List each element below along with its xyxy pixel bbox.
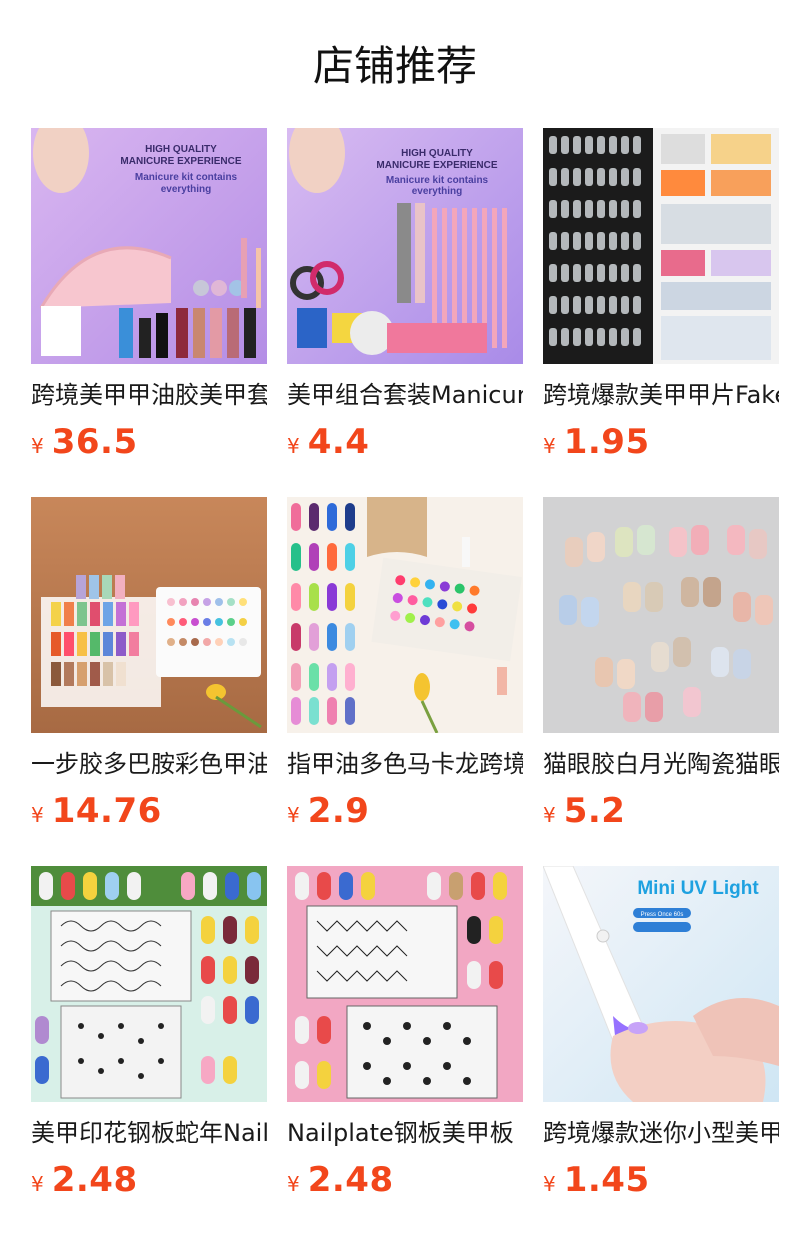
product-name[interactable]: 跨境爆款美甲甲片Fake bbox=[543, 378, 779, 412]
section-title: 店铺推荐 bbox=[313, 42, 477, 90]
currency-symbol: ¥ bbox=[287, 1172, 300, 1196]
currency-symbol: ¥ bbox=[31, 434, 44, 458]
product-image[interactable]: HIGH QUALITY MANICURE EXPERIENCE Manicur… bbox=[287, 128, 523, 364]
currency-symbol: ¥ bbox=[287, 434, 300, 458]
product-card[interactable]: 跨境爆款美甲甲片Fake ¥ 1.95 bbox=[543, 128, 779, 497]
svg-text:everything: everything bbox=[161, 184, 212, 195]
svg-text:MANICURE EXPERIENCE: MANICURE EXPERIENCE bbox=[376, 160, 497, 171]
svg-text:HIGH QUALITY: HIGH QUALITY bbox=[145, 144, 217, 155]
product-image[interactable] bbox=[287, 866, 523, 1102]
product-image[interactable] bbox=[31, 497, 267, 733]
store-recommendations-page: 店铺推荐 HIGH QUALITY MANICURE EXPERIENCE Ma… bbox=[0, 0, 790, 1234]
product-image[interactable] bbox=[543, 128, 779, 364]
price-value: 4.4 bbox=[307, 422, 370, 462]
product-name[interactable]: 猫眼胶白月光陶瓷猫眼 bbox=[543, 747, 779, 781]
product-card[interactable]: 猫眼胶白月光陶瓷猫眼 ¥ 5.2 bbox=[543, 497, 779, 866]
product-image[interactable]: HIGH QUALITY MANICURE EXPERIENCE Manicur… bbox=[31, 128, 267, 364]
product-price: ¥ 5.2 bbox=[543, 791, 779, 833]
product-name[interactable]: 跨境爆款迷你小型美甲灯 bbox=[543, 1116, 779, 1150]
currency-symbol: ¥ bbox=[543, 803, 556, 827]
svg-text:everything: everything bbox=[412, 186, 463, 197]
product-name[interactable]: 美甲印花钢板蛇年Nail bbox=[31, 1116, 267, 1150]
price-value: 14.76 bbox=[51, 791, 162, 831]
price-value: 36.5 bbox=[51, 422, 138, 462]
product-name[interactable]: 美甲组合套装Manicure bbox=[287, 378, 523, 412]
svg-text:Manicure kit contains: Manicure kit contains bbox=[135, 172, 238, 183]
product-card[interactable]: 指甲油多色马卡龙跨境 ¥ 2.9 bbox=[287, 497, 523, 866]
product-card[interactable]: Mini UV Light Press Once 60s 跨境爆款迷你小型美甲灯… bbox=[543, 866, 779, 1235]
price-value: 2.48 bbox=[51, 1160, 138, 1200]
product-card[interactable]: Nailplate钢板美甲板 ¥ 2.48 bbox=[287, 866, 523, 1235]
product-card[interactable]: 美甲印花钢板蛇年Nail ¥ 2.48 bbox=[31, 866, 267, 1235]
price-value: 2.48 bbox=[307, 1160, 394, 1200]
product-card[interactable]: HIGH QUALITY MANICURE EXPERIENCE Manicur… bbox=[31, 128, 267, 497]
product-card[interactable]: HIGH QUALITY MANICURE EXPERIENCE Manicur… bbox=[287, 128, 523, 497]
product-name[interactable]: 跨境美甲甲油胶美甲套装 bbox=[31, 378, 267, 412]
currency-symbol: ¥ bbox=[287, 803, 300, 827]
currency-symbol: ¥ bbox=[543, 434, 556, 458]
product-price: ¥ 2.9 bbox=[287, 791, 523, 833]
product-price: ¥ 2.48 bbox=[31, 1160, 267, 1202]
svg-text:Manicure kit contains: Manicure kit contains bbox=[386, 175, 489, 186]
price-value: 1.95 bbox=[563, 422, 650, 462]
price-value: 1.45 bbox=[563, 1160, 650, 1200]
product-image[interactable] bbox=[543, 497, 779, 733]
svg-text:HIGH QUALITY: HIGH QUALITY bbox=[401, 148, 473, 159]
product-image[interactable] bbox=[287, 497, 523, 733]
product-price: ¥ 36.5 bbox=[31, 422, 267, 464]
price-value: 5.2 bbox=[563, 791, 626, 831]
product-name[interactable]: 指甲油多色马卡龙跨境 bbox=[287, 747, 523, 781]
product-image[interactable] bbox=[31, 866, 267, 1102]
svg-text:Press Once 60s: Press Once 60s bbox=[641, 912, 684, 918]
product-name[interactable]: Nailplate钢板美甲板 bbox=[287, 1116, 523, 1150]
product-price: ¥ 1.95 bbox=[543, 422, 779, 464]
product-image[interactable]: Mini UV Light Press Once 60s bbox=[543, 866, 779, 1102]
currency-symbol: ¥ bbox=[543, 1172, 556, 1196]
svg-text:MANICURE EXPERIENCE: MANICURE EXPERIENCE bbox=[120, 156, 241, 167]
price-value: 2.9 bbox=[307, 791, 370, 831]
svg-text:Mini UV Light: Mini UV Light bbox=[637, 878, 759, 899]
product-price: ¥ 14.76 bbox=[31, 791, 267, 833]
product-price: ¥ 1.45 bbox=[543, 1160, 779, 1202]
product-card[interactable]: 一步胶多巴胺彩色甲油胶 ¥ 14.76 bbox=[31, 497, 267, 866]
product-name[interactable]: 一步胶多巴胺彩色甲油胶 bbox=[31, 747, 267, 781]
currency-symbol: ¥ bbox=[31, 1172, 44, 1196]
product-grid: HIGH QUALITY MANICURE EXPERIENCE Manicur… bbox=[31, 128, 779, 1235]
product-price: ¥ 2.48 bbox=[287, 1160, 523, 1202]
product-price: ¥ 4.4 bbox=[287, 422, 523, 464]
currency-symbol: ¥ bbox=[31, 803, 44, 827]
